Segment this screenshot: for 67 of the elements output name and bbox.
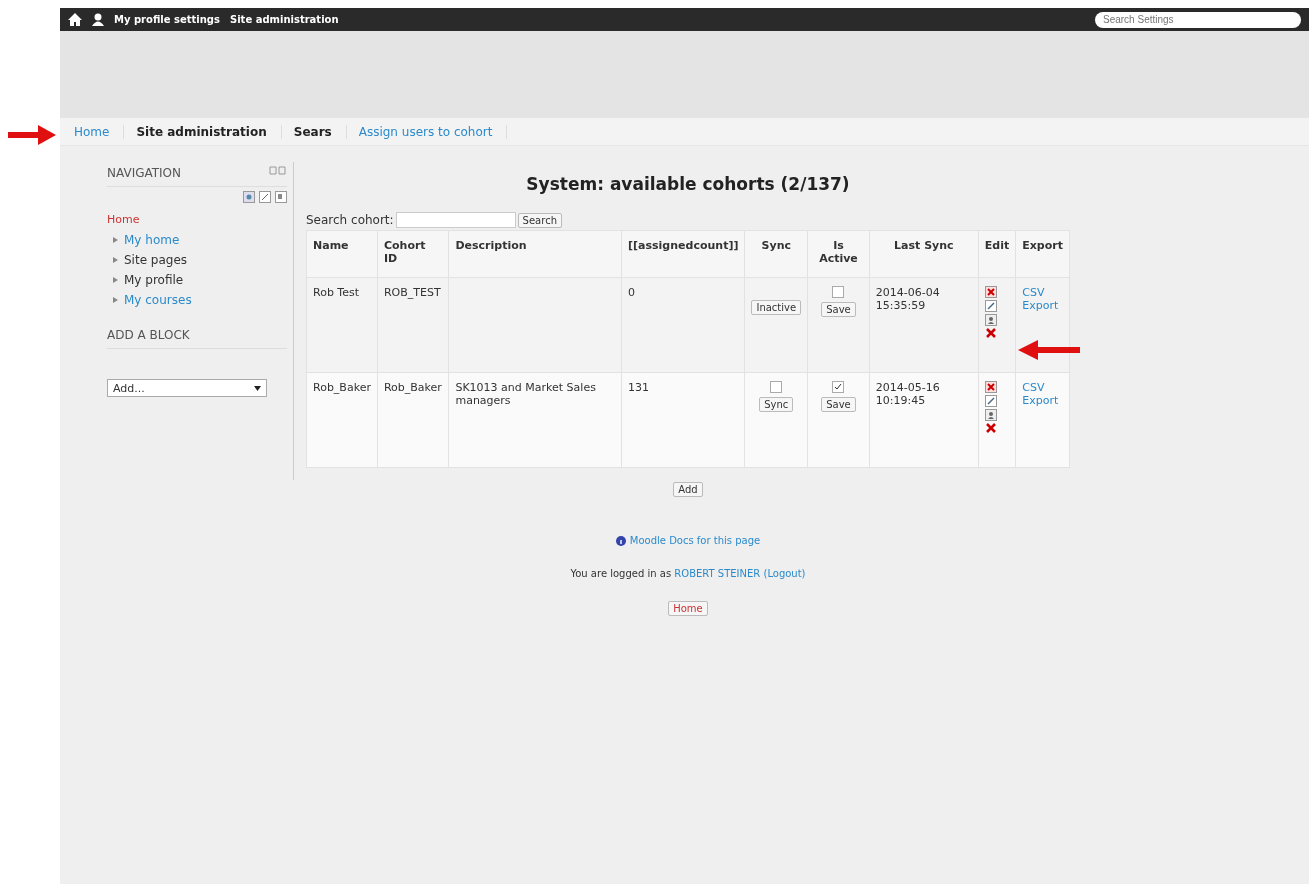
block-title: NAVIGATION [107, 166, 182, 180]
home-button[interactable]: Home [668, 601, 708, 616]
table-cell: 2014-06-04 15:35:59 [869, 277, 979, 373]
search-button[interactable]: Search [517, 212, 562, 228]
column-header: Cohort ID [377, 230, 449, 278]
checkbox[interactable] [832, 381, 845, 393]
table-cell: Rob Test [306, 277, 378, 373]
breadcrumb-item[interactable]: Assign users to cohort [358, 124, 508, 139]
delete-icon[interactable] [984, 381, 997, 393]
breadcrumb-item[interactable]: Site administration [136, 124, 282, 139]
home-icon[interactable] [68, 13, 82, 26]
table-cell: ROB_TEST [377, 277, 449, 373]
checkbox[interactable] [770, 381, 783, 393]
delete-icon[interactable] [984, 286, 997, 298]
search-field[interactable] [395, 212, 516, 228]
arrow-icon [8, 124, 56, 146]
dock-icon[interactable] [275, 191, 287, 203]
column-header: Is Active [807, 230, 870, 278]
info-icon [615, 535, 626, 546]
topbar-link[interactable]: My profile settings [114, 14, 220, 25]
table-cell: 2014-05-16 10:19:45 [869, 372, 979, 468]
save-button[interactable]: Save [821, 397, 856, 412]
edit-icon[interactable] [984, 395, 997, 407]
checkbox[interactable] [832, 286, 845, 298]
column-header: Name [306, 230, 378, 278]
close-icon[interactable] [984, 328, 997, 338]
table-cell: SK1013 and Market Sales managers [448, 372, 622, 468]
arrow-icon [1018, 339, 1080, 361]
users-icon[interactable] [984, 314, 997, 326]
close-icon[interactable] [984, 423, 997, 433]
column-header: Last Sync [869, 230, 979, 278]
edit-icon[interactable] [259, 191, 271, 203]
user-icon[interactable] [92, 13, 104, 26]
column-header: Description [448, 230, 622, 278]
breadcrumb-item[interactable]: Home [74, 124, 125, 139]
breadcrumb-item[interactable]: Sears [293, 124, 347, 139]
move-icon[interactable] [243, 191, 255, 203]
column-header: Export [1015, 230, 1070, 278]
save-button[interactable]: Save [821, 302, 856, 317]
expand-icon[interactable] [113, 237, 118, 243]
search-field[interactable]: Search Settings [1095, 11, 1301, 28]
add-button[interactable]: Add [673, 482, 703, 497]
expand-icon[interactable] [113, 257, 118, 263]
login-info: You are logged in as [570, 568, 672, 579]
expand-icon[interactable] [113, 297, 118, 303]
topbar-link[interactable]: Site administration [229, 14, 339, 25]
users-icon[interactable] [984, 409, 997, 421]
nav-home-link[interactable]: Home [107, 213, 287, 226]
sync-button[interactable]: Inactive [751, 300, 802, 315]
column-header: Sync [744, 230, 808, 278]
table-cell: 0 [621, 277, 745, 373]
search-label: Search cohort: [306, 213, 394, 227]
column-header: Edit [978, 230, 1016, 278]
add-block-select[interactable]: Add... [107, 379, 267, 397]
expand-icon[interactable] [113, 277, 118, 283]
nav-item[interactable]: Site pages [124, 253, 188, 267]
table-cell: Rob_Baker [306, 372, 378, 468]
nav-item[interactable]: My profile [124, 273, 184, 287]
page-heading: System: available cohorts (2/137) [525, 174, 851, 194]
block-title: ADD A BLOCK [107, 328, 190, 342]
table-cell: 131 [621, 372, 745, 468]
checkmark-icon [834, 383, 843, 391]
edit-icon[interactable] [984, 300, 997, 312]
sync-button[interactable]: Sync [759, 397, 794, 412]
column-header: [[assignedcount]] [621, 230, 745, 278]
caret-icon [254, 385, 261, 391]
table-cell: Rob_Baker [377, 372, 449, 468]
